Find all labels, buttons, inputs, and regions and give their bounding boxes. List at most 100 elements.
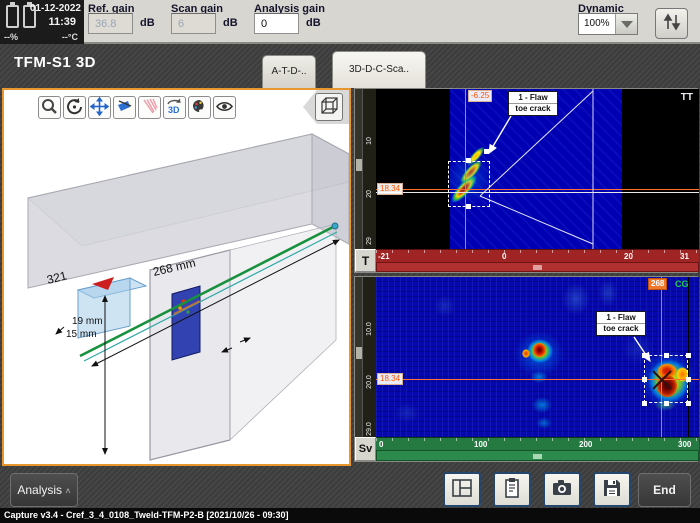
sv-cursor-x-value: 268: [648, 278, 667, 290]
temperature-display: --°C: [62, 32, 78, 42]
depth1-label: 19 mm: [72, 316, 103, 327]
chevron-up-icon: ˄: [65, 486, 70, 496]
scan-gain-input[interactable]: [171, 13, 216, 34]
selection-handle[interactable]: [642, 401, 647, 406]
report-layout-icon[interactable]: [443, 472, 481, 507]
selection-handle[interactable]: [466, 158, 471, 163]
dynamic-value: 100%: [584, 18, 610, 29]
selection-handle[interactable]: [686, 401, 691, 406]
ref-gain-unit: dB: [140, 17, 155, 29]
sv-x-tick: 100: [474, 440, 487, 449]
sv-y-axis-ruler: 10.0 20.0 29.0: [363, 277, 376, 437]
tt-y-axis-ruler: 10 20 29: [363, 89, 376, 249]
dynamic-dropdown[interactable]: 100%: [578, 13, 638, 35]
tt-x-ticks: [376, 250, 699, 253]
selection-handle[interactable]: [664, 401, 669, 406]
battery-icon: [6, 5, 19, 28]
tt-y-tick: 20: [365, 183, 375, 205]
sv-hscroll-handle[interactable]: [533, 454, 542, 459]
sv-vscroll-handle[interactable]: [356, 347, 362, 359]
sv-x-tick: 0: [379, 440, 383, 449]
magnifier-icon[interactable]: [38, 96, 61, 119]
tt-corner-label[interactable]: T: [355, 249, 376, 272]
annotation-arrow: [489, 116, 511, 153]
tt-vertical-scrollbar[interactable]: [355, 89, 363, 249]
ref-gain-input[interactable]: [88, 13, 133, 34]
battery-percent: --%: [4, 32, 18, 42]
sv-image[interactable]: 18.34 268 CG 1 - Flaw toe crack: [376, 277, 699, 437]
save-icon[interactable]: [593, 472, 631, 507]
up-down-arrows-icon: [662, 12, 682, 32]
3d-view-panel[interactable]: 3D: [2, 88, 351, 466]
tt-cursor-y-value: 18.34: [377, 183, 403, 195]
analysis-menu-button[interactable]: Analysis ˄: [10, 473, 78, 507]
sv-cursor-y-value: 18.34: [377, 373, 403, 385]
tt-vscroll-handle[interactable]: [356, 159, 362, 171]
sv-y-tick: 20.0: [365, 371, 375, 393]
capture-app-window: 01-12-2022 11:39 --% --°C Ref. gain dB S…: [0, 0, 700, 523]
orbit-rotate-icon[interactable]: [63, 96, 86, 119]
status-bar: Capture v3.4 - Cref_3_4_0108_Tweld-TFM-P…: [0, 508, 700, 523]
probe-icon[interactable]: [113, 96, 136, 119]
sv-x-axis-ruler: 0 100 200 300: [376, 437, 699, 450]
eye-icon[interactable]: [213, 96, 236, 119]
tt-y-tick: 10: [365, 130, 375, 152]
sv-corner-label[interactable]: Sv: [355, 437, 376, 461]
selection-handle[interactable]: [686, 377, 691, 382]
time-display: 11:39: [48, 16, 76, 28]
selection-handle[interactable]: [642, 377, 647, 382]
dynamic-range-button[interactable]: [655, 8, 688, 39]
3d-scene[interactable]: 268 mm 321 19 mm 15 mm: [4, 124, 349, 464]
selection-handle[interactable]: [642, 353, 647, 358]
selection-handle[interactable]: [664, 353, 669, 358]
device-info-box: 01-12-2022 11:39 --% --°C: [0, 0, 84, 44]
tab-a-t-d[interactable]: A-T-D-..: [262, 55, 316, 88]
sv-x-tick: 200: [579, 440, 592, 449]
sv-selection-box[interactable]: [644, 355, 688, 403]
depth2-label: 15 mm: [66, 329, 97, 340]
date-display: 01-12-2022: [30, 3, 81, 14]
analysis-gain-unit: dB: [306, 17, 321, 29]
palette-icon[interactable]: [188, 96, 211, 119]
selection-handle[interactable]: [466, 204, 471, 209]
weld-end-marker: [332, 223, 338, 229]
beam-icon[interactable]: [138, 96, 161, 119]
tt-x-tick: 31: [680, 252, 689, 261]
analysis-gain-input[interactable]: [254, 13, 299, 34]
3d-rotate-icon[interactable]: 3D: [163, 96, 186, 119]
selection-handle[interactable]: [686, 353, 691, 358]
tt-selection-box[interactable]: [448, 161, 490, 207]
camera-icon[interactable]: [543, 472, 581, 507]
tt-x-tick: -21: [378, 252, 390, 261]
tt-scan-panel: 10 20 29: [354, 88, 698, 273]
scan-gain-unit: dB: [223, 17, 238, 29]
tt-image[interactable]: -6.25 18.34 1 - Flaw toe crack TT: [376, 89, 699, 249]
flaw-annotation[interactable]: 1 - Flaw toe crack: [508, 91, 558, 116]
tt-x-axis-ruler: -21 0 20 31: [376, 249, 699, 262]
tt-hscroll-handle[interactable]: [533, 265, 542, 270]
tcg-label: CG: [675, 279, 689, 289]
web-plate-side: [230, 224, 336, 440]
tab-3d-d-c-scan[interactable]: 3D-D-C-Sca..: [332, 51, 426, 88]
sv-x-tick: 300: [678, 440, 691, 449]
selection-handle[interactable]: [484, 149, 489, 154]
tt-cursor-x-value: -6.25: [468, 90, 492, 102]
page-title: TFM-S1 3D: [14, 54, 96, 71]
sv-x-ticks: [376, 438, 699, 441]
sv-vertical-scrollbar[interactable]: [355, 277, 363, 437]
view-cube-control: [303, 90, 349, 124]
pan-icon[interactable]: [88, 96, 111, 119]
sv-horizontal-scrollbar[interactable]: [376, 450, 699, 461]
tt-view-tag: TT: [681, 92, 693, 103]
view-cube-icon[interactable]: [315, 93, 343, 121]
clipboard-icon[interactable]: [493, 472, 531, 507]
bottom-toolbar: Analysis ˄: [0, 466, 700, 508]
tt-horizontal-scrollbar[interactable]: [376, 262, 699, 272]
slice-indication-dot: [186, 310, 189, 313]
end-button[interactable]: End: [638, 473, 691, 507]
flaw-annotation[interactable]: 1 - Flaw toe crack: [596, 311, 646, 336]
chevron-down-icon: [621, 21, 633, 28]
dropdown-arrow-button[interactable]: [615, 14, 637, 34]
tt-x-tick: 20: [624, 252, 633, 261]
sv-scan-panel: 10.0 20.0 29.0: [354, 276, 698, 462]
